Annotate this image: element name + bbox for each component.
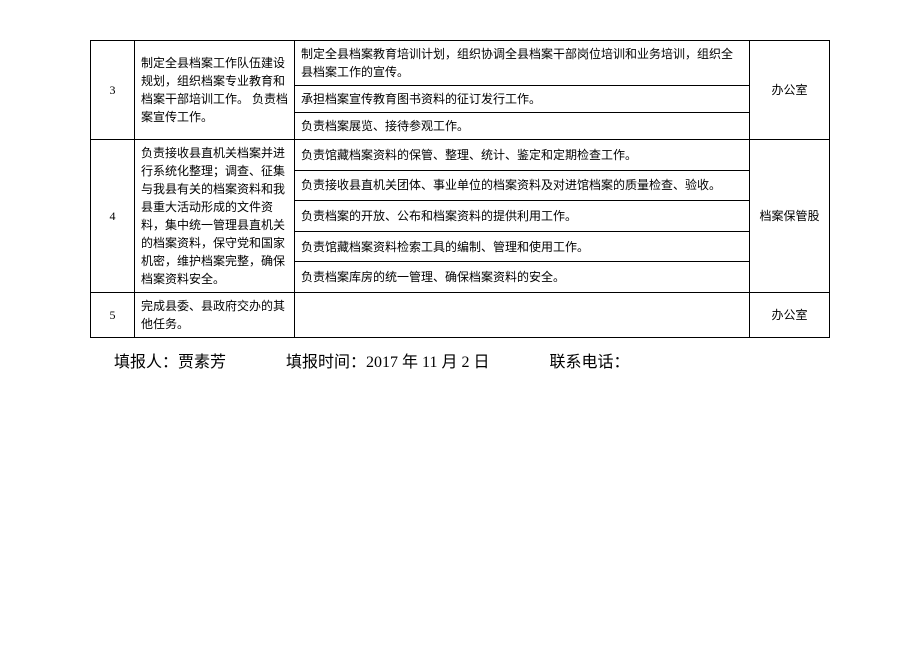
row-item: 负责馆藏档案资料检索工具的编制、管理和使用工作。 [295,231,750,262]
row-desc: 负责接收县直机关档案并进行系统化整理；调查、征集与我县有关的档案资料和我县重大活… [135,140,295,293]
row-item [295,293,750,338]
row-index: 4 [91,140,135,293]
phone-label: 联系电话： [549,354,629,371]
footer-line: 填报人：贾素芳 填报时间：2017 年 11 月 2 日 联系电话： [90,348,830,372]
table-row: 3制定全县档案工作队伍建设规划，组织档案专业教育和档案干部培训工作。 负责档案宣… [91,41,830,86]
reporter-name: 贾素芳 [178,354,226,371]
row-item: 负责档案展览、接待参观工作。 [295,113,750,140]
row-item: 负责接收县直机关团体、事业单位的档案资料及对进馆档案的质量检查、验收。 [295,170,750,201]
row-index: 3 [91,41,135,140]
row-dept: 档案保管股 [750,140,830,293]
main-table: 3制定全县档案工作队伍建设规划，组织档案专业教育和档案干部培训工作。 负责档案宣… [90,40,830,338]
row-item: 负责档案库房的统一管理、确保档案资料的安全。 [295,262,750,293]
time-value: 2017 年 11 月 2 日 [366,354,489,371]
row-item: 负责档案的开放、公布和档案资料的提供利用工作。 [295,201,750,232]
row-dept: 办公室 [750,41,830,140]
reporter-label: 填报人： [114,354,178,371]
time-label: 填报时间： [286,354,366,371]
row-item: 负责馆藏档案资料的保管、整理、统计、鉴定和定期检查工作。 [295,140,750,171]
table-row: 5完成县委、县政府交办的其他任务。 办公室 [91,293,830,338]
row-desc: 完成县委、县政府交办的其他任务。 [135,293,295,338]
row-item: 承担档案宣传教育图书资料的征订发行工作。 [295,86,750,113]
row-index: 5 [91,293,135,338]
row-item: 制定全县档案教育培训计划，组织协调全县档案干部岗位培训和业务培训，组织全县档案工… [295,41,750,86]
row-desc: 制定全县档案工作队伍建设规划，组织档案专业教育和档案干部培训工作。 负责档案宣传… [135,41,295,140]
table-row: 4负责接收县直机关档案并进行系统化整理；调查、征集与我县有关的档案资料和我县重大… [91,140,830,171]
row-dept: 办公室 [750,293,830,338]
